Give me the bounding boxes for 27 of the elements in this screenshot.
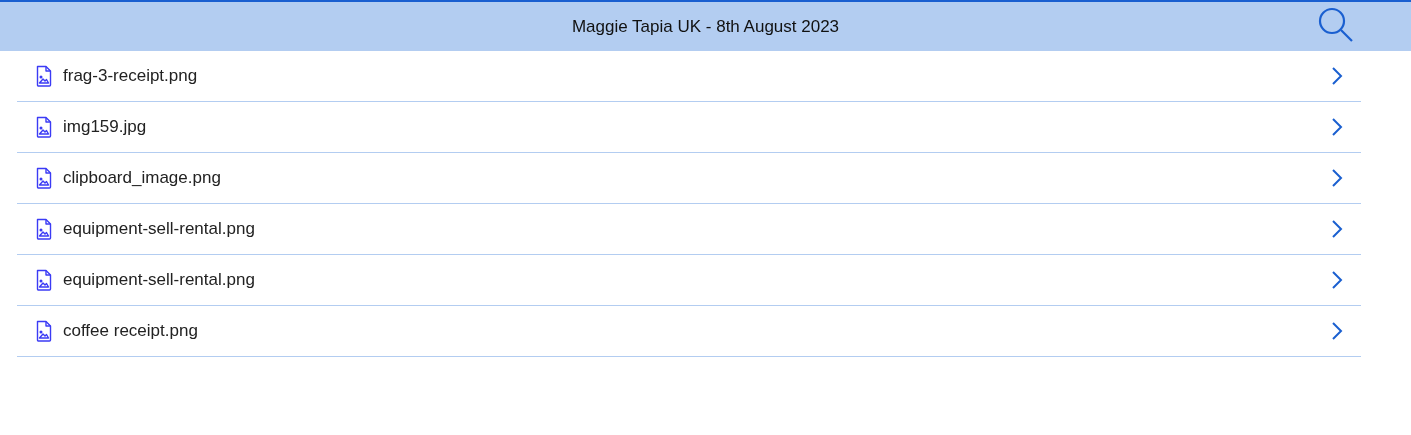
file-row[interactable]: frag-3-receipt.png [17, 51, 1361, 102]
file-name: equipment-sell-rental.png [63, 269, 255, 292]
image-file-icon [36, 269, 52, 291]
chevron-right-icon [1331, 270, 1343, 290]
chevron-right-icon [1331, 219, 1343, 239]
image-file-icon [36, 116, 52, 138]
file-row[interactable]: equipment-sell-rental.png [17, 255, 1361, 306]
search-button[interactable] [1317, 6, 1355, 44]
file-row[interactable]: coffee receipt.png [17, 306, 1361, 357]
image-file-icon [36, 167, 52, 189]
file-row[interactable]: clipboard_image.png [17, 153, 1361, 204]
file-name: frag-3-receipt.png [63, 65, 198, 88]
file-name: clipboard_image.png [63, 167, 221, 190]
file-name: coffee receipt.png [63, 320, 198, 343]
image-file-icon [36, 320, 52, 342]
image-file-icon [36, 65, 52, 87]
chevron-right-icon [1331, 321, 1343, 341]
file-name: equipment-sell-rental.png [63, 218, 255, 241]
file-name: img159.jpg [63, 116, 147, 139]
chevron-right-icon [1331, 168, 1343, 188]
chevron-right-icon [1331, 66, 1343, 86]
header-title: Maggie Tapia UK - 8th August 2023 [571, 15, 840, 38]
file-row[interactable]: equipment-sell-rental.png [17, 204, 1361, 255]
search-icon [1317, 6, 1355, 44]
image-file-icon [36, 218, 52, 240]
chevron-right-icon [1331, 117, 1343, 137]
file-row[interactable]: img159.jpg [17, 102, 1361, 153]
